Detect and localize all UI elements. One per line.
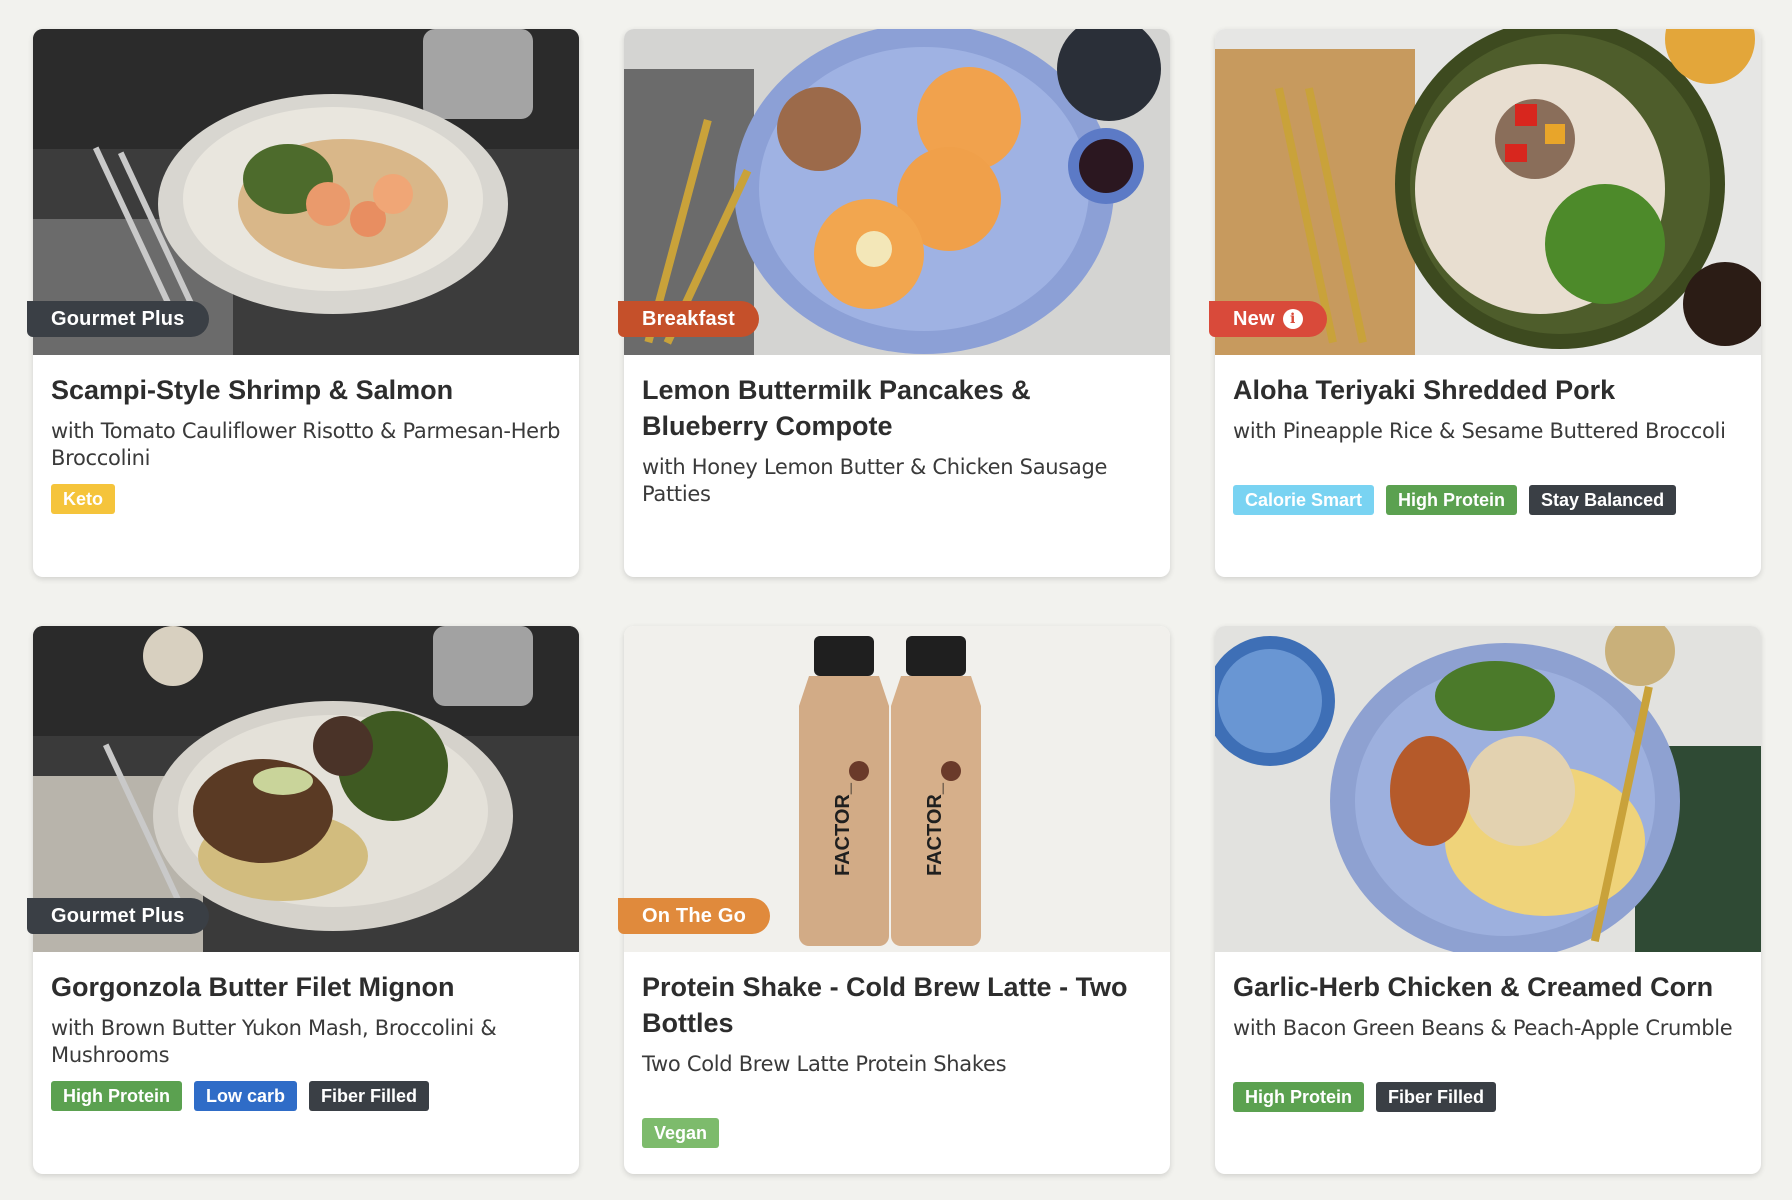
bottle-brand: FACTOR_	[832, 782, 854, 876]
category-ribbon: On The Go	[618, 898, 771, 934]
meal-title[interactable]: Scampi-Style Shrimp & Salmon	[51, 372, 561, 408]
category-ribbon: Gourmet Plus	[27, 301, 209, 337]
tag-list: High Protein Fiber Filled	[1233, 1082, 1743, 1112]
ribbon-label: Gourmet Plus	[51, 905, 185, 927]
meal-subtitle: with Pineapple Rice & Sesame Buttered Br…	[1233, 419, 1726, 443]
meal-grid: Gourmet Plus Scampi-Style Shrimp & Salmo…	[0, 0, 1792, 1174]
category-ribbon: Gourmet Plus	[27, 898, 209, 934]
meal-subtitle: with Honey Lemon Butter & Chicken Sausag…	[642, 455, 1108, 506]
meal-title[interactable]: Aloha Teriyaki Shredded Pork	[1233, 372, 1743, 408]
tag-high-protein: High Protein	[51, 1081, 182, 1111]
meal-subtitle: Two Cold Brew Latte Protein Shakes	[642, 1052, 1007, 1076]
tag-fiber-filled: Fiber Filled	[309, 1081, 430, 1111]
meal-title[interactable]: Lemon Buttermilk Pancakes & Blueberry Co…	[642, 372, 1152, 444]
tag-list: Calorie Smart High Protein Stay Balanced	[1233, 485, 1743, 515]
meal-card-garlic-herb[interactable]: Garlic-Herb Chicken & Creamed Corn with …	[1215, 626, 1761, 1174]
tag-low-carb: Low carb	[194, 1081, 298, 1111]
ribbon-label: Gourmet Plus	[51, 308, 185, 330]
ribbon-label: On The Go	[642, 905, 747, 927]
tag-high-protein: High Protein	[1386, 485, 1518, 515]
tag-vegan: Vegan	[642, 1118, 720, 1148]
meal-subtitle: with Tomato Cauliflower Risotto & Parmes…	[51, 419, 561, 470]
bottle-brand: FACTOR_	[924, 782, 946, 876]
meal-title[interactable]: Gorgonzola Butter Filet Mignon	[51, 969, 561, 1005]
meal-photo[interactable]	[1215, 626, 1761, 952]
meal-card-filet[interactable]: Gourmet Plus Gorgonzola Butter Filet Mig…	[27, 626, 579, 1174]
tag-list: Vegan	[642, 1118, 1152, 1148]
tag-high-protein: High Protein	[1233, 1082, 1364, 1112]
meal-card-aloha[interactable]: New i Aloha Teriyaki Shredded Pork with …	[1209, 29, 1761, 577]
tag-list: Keto	[51, 484, 561, 514]
meal-title[interactable]: Garlic-Herb Chicken & Creamed Corn	[1233, 969, 1743, 1005]
meal-subtitle: with Bacon Green Beans & Peach-Apple Cru…	[1233, 1016, 1733, 1040]
ribbon-label: Breakfast	[642, 308, 735, 330]
ribbon-label: New	[1233, 308, 1275, 330]
info-icon[interactable]: i	[1282, 309, 1303, 329]
tag-calorie-smart: Calorie Smart	[1233, 485, 1375, 515]
meal-card-protein-shake[interactable]: FACTOR_ FACTOR_ On The Go Protein Shake …	[618, 626, 1170, 1174]
meal-card-pancakes[interactable]: Breakfast Lemon Buttermilk Pancakes & Bl…	[618, 29, 1170, 577]
category-ribbon: Breakfast	[618, 301, 759, 337]
tag-fiber-filled: Fiber Filled	[1376, 1082, 1497, 1112]
category-ribbon: New i	[1209, 301, 1327, 337]
meal-title[interactable]: Protein Shake - Cold Brew Latte - Two Bo…	[642, 969, 1152, 1041]
tag-list: High Protein Low carb Fiber Filled	[51, 1081, 561, 1111]
meal-subtitle: with Brown Butter Yukon Mash, Broccolini…	[51, 1016, 497, 1067]
tag-keto: Keto	[51, 484, 115, 514]
meal-card-scampi[interactable]: Gourmet Plus Scampi-Style Shrimp & Salmo…	[27, 29, 579, 577]
tag-stay-balanced: Stay Balanced	[1529, 485, 1677, 515]
